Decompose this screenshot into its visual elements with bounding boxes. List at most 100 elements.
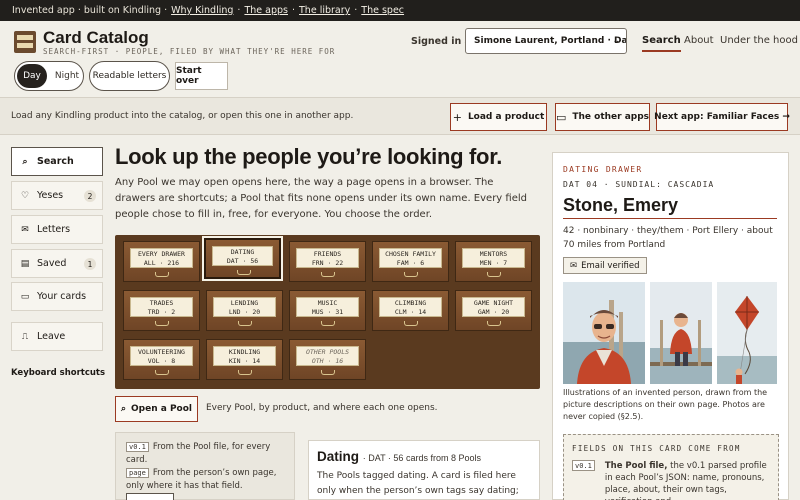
drawer-cabinet: EVERY DRAWER ALL · 216 DATING DAT · 56 FRI… xyxy=(115,235,540,389)
heart-icon: ♡ xyxy=(20,190,30,201)
bookmark-icon: ▤ xyxy=(20,258,30,269)
keyboard-shortcuts-link[interactable]: Keyboard shortcuts xyxy=(11,368,105,378)
kite-illustration xyxy=(717,282,777,384)
drawer-pull-icon xyxy=(155,321,169,326)
drawer-lending[interactable]: LENDING LND · 20 xyxy=(206,290,283,331)
open-pool-icon: ⌕ xyxy=(120,404,127,414)
nav-under-the-hood[interactable]: Under the hood xyxy=(720,35,798,46)
drawer-volunteering[interactable]: VOLUNTEERING VOL · 8 xyxy=(123,339,200,380)
pool-card-dating: Dating · DAT · 56 cards from 8 Pools The… xyxy=(308,440,540,500)
drawer-pull-icon xyxy=(155,370,169,375)
drawer-pull-icon xyxy=(404,321,418,326)
drawer-mentors[interactable]: MENTORS MEN · 7 xyxy=(455,241,532,282)
open-pool-note: Every Pool, by product, and where each o… xyxy=(206,403,438,413)
drawer-dating[interactable]: DATING DAT · 56 xyxy=(202,236,283,281)
window-icon: ▭ xyxy=(555,110,567,124)
search-icon: ⌕ xyxy=(22,156,28,167)
drawer-pull-icon xyxy=(404,272,418,277)
illustration-portrait[interactable] xyxy=(563,282,645,384)
page-title: Look up the people you’re looking for. xyxy=(115,144,503,169)
drawer-pull-icon xyxy=(321,370,335,375)
nav-search[interactable]: Search xyxy=(642,35,681,52)
drawer-pull-icon xyxy=(321,272,335,277)
envelope-icon: ✉ xyxy=(21,224,29,235)
sidebar-item-your-cards[interactable]: ▭ Your cards xyxy=(11,282,103,311)
link-the-apps[interactable]: The apps xyxy=(244,5,288,16)
page-intro: Any Pool we may open opens here, the way… xyxy=(115,177,527,220)
illustration-dock[interactable] xyxy=(650,282,712,384)
saved-count-badge: 1 xyxy=(84,258,96,270)
link-why-kindling[interactable]: Why Kindling xyxy=(171,5,233,16)
plus-icon: + xyxy=(452,110,462,124)
card-catalog-icon xyxy=(14,31,36,53)
drawer-kindling[interactable]: KINDLING KIN · 14 xyxy=(206,339,283,380)
drawer-chosen-family[interactable]: CHOSEN FAMILY FAM · 6 xyxy=(372,241,449,282)
portrait-illustration xyxy=(563,282,645,384)
fields-lead: The Pool file, xyxy=(604,461,668,471)
drawer-pull-icon xyxy=(237,270,251,275)
load-product-button[interactable]: + Load a product xyxy=(450,103,547,131)
load-bar: Load any Kindling product into the catal… xyxy=(0,97,800,135)
link-the-spec[interactable]: The spec xyxy=(361,5,404,16)
drawer-pull-icon xyxy=(238,370,252,375)
sidebar-item-leave[interactable]: ⎍ Leave xyxy=(11,322,103,351)
card-drawer-label: DATING DRAWER xyxy=(563,165,643,174)
drawer-other-pools[interactable]: OTHER POOLS OTH · 16 xyxy=(289,339,366,380)
load-bar-text: Load any Kindling product into the catal… xyxy=(11,111,354,121)
pool-name: Dating xyxy=(317,449,359,464)
card-person-name: Stone, Emery xyxy=(563,195,679,215)
drawer-music[interactable]: MUSIC MUS · 31 xyxy=(289,290,366,331)
identity-select[interactable]: Simone Laurent, Portland · Dating ⌄ xyxy=(465,28,627,54)
sidebar-item-search[interactable]: ⌕ Search xyxy=(11,147,103,176)
legend-tag: page xyxy=(126,468,149,478)
drawer-pull-icon xyxy=(155,272,169,277)
next-app-button[interactable]: Next app: Familiar Faces → xyxy=(654,103,790,131)
brand-title[interactable]: Card Catalog xyxy=(43,28,149,48)
card-icon: ▭ xyxy=(20,291,30,302)
identity-value: Simone Laurent, Portland · Dating xyxy=(474,36,627,46)
source-legend: v0.1 From the Pool file, for every card. … xyxy=(115,432,295,500)
fields-tag: v0.1 xyxy=(572,460,595,471)
card-details: 42 · nonbinary · they/them · Port Ellery… xyxy=(563,226,773,250)
drawer-friends[interactable]: FRIENDS FRN · 22 xyxy=(289,241,366,282)
envelope-icon: ✉ xyxy=(570,260,578,271)
yeses-count-badge: 2 xyxy=(84,190,96,202)
card-code: DAT 04 · SUNDIAL: CASCADIA xyxy=(563,180,715,189)
start-over-button[interactable]: Start over xyxy=(175,62,228,90)
pool-description: The Pools tagged dating. A card is filed… xyxy=(317,471,519,496)
verified-badge: ✉ Email verified xyxy=(563,257,647,274)
readable-letters-button[interactable]: Readable letters xyxy=(89,61,170,91)
link-the-library[interactable]: The library xyxy=(299,5,350,16)
theme-night-button[interactable]: Night xyxy=(53,64,81,88)
theme-day-button[interactable]: Day xyxy=(17,64,47,88)
drawer-climbing[interactable]: CLIMBING CLM · 14 xyxy=(372,290,449,331)
illustration-caption: Illustrations of an invented person, dra… xyxy=(563,388,768,421)
pool-meta: · DAT · 56 cards from 8 Pools xyxy=(362,453,481,463)
legend-button[interactable] xyxy=(126,493,174,500)
brand-tagline: SEARCH-FIRST · PEOPLE, FILED BY WHAT THE… xyxy=(43,47,336,56)
chevron-down-icon: ⌄ xyxy=(612,36,620,46)
drawer-pull-icon xyxy=(238,321,252,326)
drawer-trades[interactable]: TRADES TRD · 2 xyxy=(123,290,200,331)
sidebar-item-saved[interactable]: ▤ Saved 1 xyxy=(11,249,103,278)
drawer-every-drawer[interactable]: EVERY DRAWER ALL · 216 xyxy=(123,241,200,282)
door-icon: ⎍ xyxy=(21,331,29,342)
header: Card Catalog SEARCH-FIRST · PEOPLE, FILE… xyxy=(0,21,800,97)
sidebar-item-letters[interactable]: ✉ Letters xyxy=(11,215,103,244)
theme-toggle: Day Night xyxy=(14,61,84,91)
sidebar-item-yeses[interactable]: ♡ Yeses 2 xyxy=(11,181,103,210)
nav-about[interactable]: About xyxy=(684,35,714,46)
legend-tag: v0.1 xyxy=(126,442,149,452)
other-apps-button[interactable]: ▭ The other apps xyxy=(555,103,650,131)
drawer-pull-icon xyxy=(487,272,501,277)
top-strip: Invented app · built on Kindling · Why K… xyxy=(0,0,800,21)
topstrip-prefix: Invented app · built on Kindling · xyxy=(12,5,168,16)
fields-title: FIELDS ON THIS CARD COME FROM xyxy=(572,444,741,453)
card-divider xyxy=(563,218,777,219)
open-pool-button[interactable]: ⌕ Open a Pool xyxy=(115,396,198,422)
illustration-kite[interactable] xyxy=(717,282,777,384)
person-card: DATING DRAWER DAT 04 · SUNDIAL: CASCADIA… xyxy=(552,152,789,500)
drawer-game-night[interactable]: GAME NIGHT GAM · 20 xyxy=(455,290,532,331)
drawer-pull-icon xyxy=(321,321,335,326)
fields-source-box: FIELDS ON THIS CARD COME FROM v0.1 The P… xyxy=(563,434,779,500)
